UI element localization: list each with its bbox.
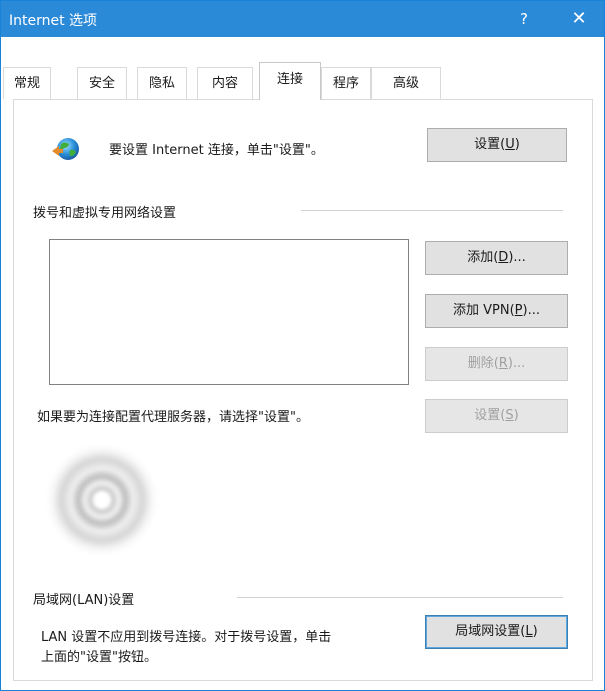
tab-advanced[interactable]: 高级 [371,67,441,99]
proxy-settings-button-mnemonic: S [505,408,514,423]
tab-programs[interactable]: 程序 [321,67,371,99]
delete-button-suffix: )... [507,356,526,371]
window-title: Internet 选项 [9,13,98,29]
delete-button-label: 删除( [467,356,499,371]
lan-settings-button-suffix: ) [532,624,538,639]
globe-connection-icon [52,138,79,160]
delete-button[interactable]: 删除(R)... [425,347,568,381]
add-vpn-button-suffix: )... [522,303,540,318]
close-button[interactable]: ✕ [561,1,597,37]
dialup-vpn-heading: 拨号和虚拟专用网络设置 [33,206,177,221]
setup-button-mnemonic: U [505,137,515,152]
lan-instruction-line1: LAN 设置不应用到拨号连接。对于拨号设置，单击 [41,630,332,645]
internet-options-window: Internet 选项 ? ✕ 常规 安全 隐私 内容 连接 程序 高级 要设置… [0,0,605,691]
add-vpn-button-mnemonic: P [514,303,523,318]
title-bar[interactable]: Internet 选项 ? ✕ [1,1,604,37]
setup-button-suffix: ) [514,137,520,152]
lan-separator [237,597,563,598]
setup-button-label: 设置( [474,137,506,152]
setup-button[interactable]: 设置(U) [427,128,567,162]
tab-security[interactable]: 安全 [77,67,127,99]
lan-settings-button-mnemonic: L [525,624,533,639]
help-button[interactable]: ? [509,1,539,37]
add-button-suffix: )... [508,250,526,265]
setup-instruction: 要设置 Internet 连接，单击"设置"。 [109,143,324,158]
lan-settings-button[interactable]: 局域网设置(L) [425,615,568,649]
connections-listbox[interactable] [49,239,409,385]
add-vpn-button[interactable]: 添加 VPN(P)... [425,294,568,328]
proxy-settings-button-label: 设置( [474,408,506,423]
add-button-label: 添加( [467,250,499,265]
proxy-instruction: 如果要为连接配置代理服务器，请选择"设置"。 [37,410,309,425]
tab-connections[interactable]: 连接 [259,62,321,100]
dialup-separator [301,210,563,211]
loading-spinner-icon [47,445,157,555]
lan-settings-button-label: 局域网设置( [455,624,526,639]
lan-heading: 局域网(LAN)设置 [33,593,135,608]
add-button-mnemonic: D [498,250,509,265]
delete-button-mnemonic: R [498,356,508,371]
proxy-settings-button[interactable]: 设置(S) [425,399,568,433]
add-vpn-button-label: 添加 VPN( [453,303,515,318]
add-button[interactable]: 添加(D)... [425,241,568,275]
proxy-settings-button-suffix: ) [513,408,519,423]
tab-general[interactable]: 常规 [3,67,51,99]
tab-privacy[interactable]: 隐私 [137,67,187,99]
tab-content[interactable]: 内容 [197,67,253,99]
lan-instruction-line2: 上面的"设置"按钮。 [41,650,157,665]
